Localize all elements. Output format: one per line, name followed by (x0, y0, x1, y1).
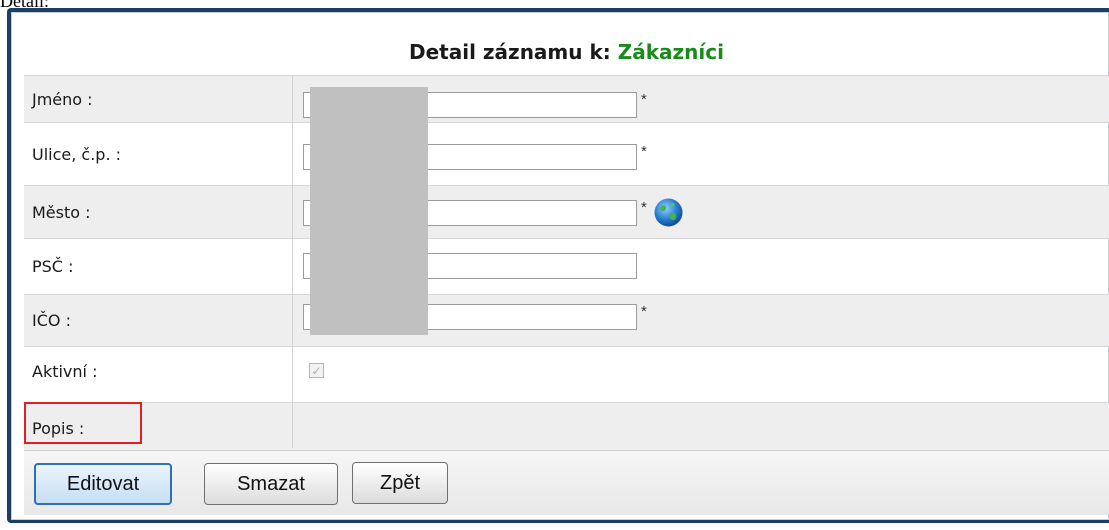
label-jmeno: Jméno : (32, 90, 93, 109)
label-ulice: Ulice, č.p. : (32, 145, 122, 164)
label-mesto: Město : (32, 203, 91, 222)
globe-icon[interactable] (652, 196, 685, 229)
title-prefix: Detail záznamu k: (409, 40, 611, 64)
button-bar (24, 450, 1109, 515)
required-marker: * (641, 199, 647, 216)
required-marker: * (641, 91, 647, 108)
label-aktivni: Aktivní : (32, 362, 98, 381)
redaction-block (310, 87, 428, 335)
row-aktivni: Aktivní : (24, 346, 1109, 403)
label-ico: IČO : (32, 311, 71, 330)
required-marker: * (641, 143, 647, 160)
label-psc: PSČ : (32, 257, 74, 276)
column-divider (292, 75, 293, 448)
edit-button[interactable]: Editovat (34, 463, 172, 505)
page-title: Detail záznamu k: Zákazníci (24, 32, 1109, 72)
back-button[interactable]: Zpět (352, 462, 448, 504)
row-popis: Popis : (24, 402, 1109, 451)
delete-button[interactable]: Smazat (204, 463, 338, 505)
title-entity: Zákazníci (617, 40, 724, 64)
required-marker: * (641, 303, 647, 320)
popis-highlight (24, 402, 142, 444)
checkmark-icon: ✓ (311, 363, 322, 378)
aktivni-checkbox[interactable]: ✓ (309, 363, 324, 378)
